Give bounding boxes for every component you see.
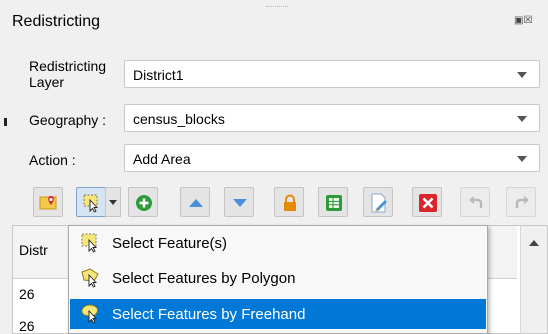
table-cell[interactable]: 26 xyxy=(19,318,35,334)
lock-button[interactable] xyxy=(274,187,304,217)
geography-label: Geography : xyxy=(29,112,107,128)
redo-button[interactable] xyxy=(506,187,536,217)
layer-combo[interactable]: District1 xyxy=(124,60,540,88)
select-feature-icon xyxy=(81,233,98,253)
map-marker-button[interactable] xyxy=(33,187,63,217)
chevron-down-icon xyxy=(517,72,527,78)
drag-handle[interactable] xyxy=(266,6,288,9)
add-circle-icon xyxy=(136,195,152,211)
select-dropdown-toggle[interactable] xyxy=(105,187,121,217)
menu-item-label: Select Features by Freehand xyxy=(112,306,306,323)
action-combo[interactable]: Add Area xyxy=(124,144,540,172)
menu-item-label: Select Features by Polygon xyxy=(112,270,296,287)
undo-button[interactable] xyxy=(460,187,490,217)
side-marker xyxy=(4,118,7,126)
chevron-down-icon xyxy=(517,156,527,162)
table-cell[interactable]: 26 xyxy=(19,286,35,302)
undo-icon xyxy=(469,196,483,208)
action-label: Action : xyxy=(29,152,76,168)
geography-combo[interactable]: census_blocks xyxy=(124,104,540,132)
menu-item-select-by-polygon[interactable]: Select Features by Polygon xyxy=(70,263,486,293)
lock-icon xyxy=(284,194,296,211)
table-icon xyxy=(326,195,342,211)
arrow-up-icon xyxy=(189,199,203,207)
layer-label: Redistricting Layer xyxy=(29,58,107,90)
map-marker-icon xyxy=(39,196,57,210)
menu-item-select-features[interactable]: Select Feature(s) xyxy=(70,228,486,258)
select-freehand-icon xyxy=(81,304,99,324)
vertical-scrollbar[interactable] xyxy=(520,226,547,333)
edit-document-icon xyxy=(371,193,387,213)
add-button[interactable] xyxy=(128,187,158,217)
redistricting-panel: Redistricting ▣☒ Redistricting Layer Dis… xyxy=(0,0,548,334)
select-polygon-icon xyxy=(81,268,99,288)
selection-tool-menu: Select Feature(s) Select Features by Pol… xyxy=(68,225,488,334)
column-header[interactable]: Distr xyxy=(19,242,48,258)
menu-item-select-by-freehand[interactable]: Select Features by Freehand xyxy=(70,299,486,329)
menu-item-label: Select Feature(s) xyxy=(112,235,228,252)
chevron-down-icon xyxy=(517,116,527,122)
attribute-table-button[interactable] xyxy=(318,187,348,217)
layer-value: District1 xyxy=(133,67,184,83)
delete-button[interactable] xyxy=(412,187,442,217)
panel-title: Redistricting xyxy=(12,13,101,30)
action-value: Add Area xyxy=(133,151,191,167)
select-features-icon xyxy=(83,194,99,213)
delete-icon xyxy=(419,194,437,212)
scroll-up-icon[interactable] xyxy=(529,240,539,246)
select-features-button[interactable] xyxy=(76,187,106,217)
chevron-down-icon xyxy=(109,200,117,205)
move-up-button[interactable] xyxy=(180,187,210,217)
edit-button[interactable] xyxy=(363,187,393,217)
arrow-down-icon xyxy=(233,199,247,207)
move-down-button[interactable] xyxy=(224,187,254,217)
redo-icon xyxy=(515,196,529,208)
window-buttons[interactable]: ▣☒ xyxy=(514,15,532,26)
geography-value: census_blocks xyxy=(133,111,225,127)
